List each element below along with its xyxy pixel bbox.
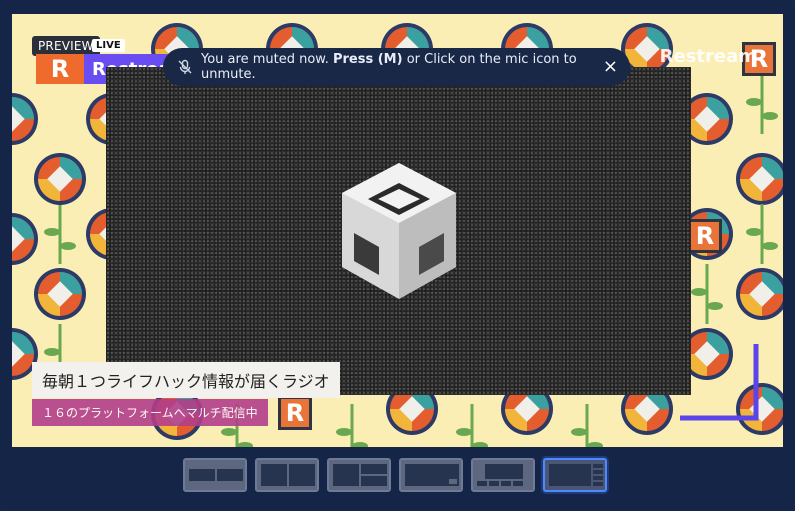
layout-selector: [183, 458, 607, 496]
brand-tile-decoration: R: [278, 396, 312, 430]
mute-notice-text: You are muted now. Press (M) or Click on…: [201, 52, 577, 82]
subline-caption: １６のプラットフォームへマルチ配信中: [32, 399, 268, 426]
layout-picture-in-picture-button[interactable]: [399, 458, 463, 492]
brand-tile-decoration: R: [688, 219, 722, 253]
live-badge: LIVE: [92, 39, 125, 52]
preview-label: PREVIEW: [32, 36, 100, 56]
mute-notice: You are muted now. Press (M) or Click on…: [163, 48, 630, 86]
close-icon[interactable]: ×: [603, 58, 618, 76]
layout-main-with-sidebar-button[interactable]: [543, 458, 607, 492]
headline-caption: 毎朝１つライフハック情報が届くラジオ: [32, 362, 340, 398]
restream-cube-logo-icon: [342, 163, 456, 299]
camera-video-feed: [106, 67, 691, 395]
studio-frame: R R R Restream PREVIEW LIVE R Restream Y…: [0, 0, 795, 511]
mic-muted-icon[interactable]: [177, 59, 193, 75]
corner-bracket-decoration: [680, 344, 759, 421]
layout-single-wide-button[interactable]: [183, 458, 247, 492]
layout-grid-button[interactable]: [327, 458, 391, 492]
restream-watermark: Restream: [659, 46, 757, 67]
layout-main-with-strip-button[interactable]: [471, 458, 535, 492]
layout-split-button[interactable]: [255, 458, 319, 492]
brand-logo: R: [36, 54, 84, 84]
